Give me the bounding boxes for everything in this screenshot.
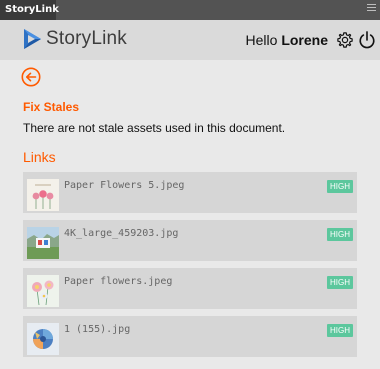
app-header: StoryLink Hello Lorene — [0, 20, 380, 60]
quality-badge: HIGH — [327, 180, 353, 193]
links-list: Paper Flowers 5.jpeg HIGH 4K_large_45920… — [23, 172, 357, 364]
brand-name: StoryLink — [46, 28, 128, 49]
panel-titlebar: StoryLink — [0, 0, 380, 20]
fix-stales-title: Fix Stales — [23, 100, 80, 114]
link-filename: 4K_large_459203.jpg — [64, 228, 179, 239]
storylink-logo-icon — [24, 29, 41, 49]
link-item[interactable]: 1 (155).jpg HIGH — [23, 316, 357, 357]
power-icon[interactable] — [358, 30, 376, 50]
thumbnail-image — [27, 323, 59, 355]
thumbnail-image — [27, 227, 59, 259]
link-item[interactable]: 4K_large_459203.jpg HIGH — [23, 220, 357, 261]
link-item[interactable]: Paper Flowers 5.jpeg HIGH — [23, 172, 357, 213]
quality-badge: HIGH — [327, 228, 353, 241]
gear-icon[interactable] — [336, 31, 354, 49]
panel-menu-icon[interactable] — [367, 4, 376, 14]
thumbnail-image — [27, 275, 59, 307]
link-filename: 1 (155).jpg — [64, 324, 131, 335]
link-filename: Paper flowers.jpeg — [64, 276, 173, 287]
back-arrow-icon[interactable] — [21, 67, 41, 87]
quality-badge: HIGH — [327, 276, 353, 289]
user-greeting: Hello Lorene — [246, 32, 328, 48]
user-name: Lorene — [281, 32, 328, 48]
greeting-text: Hello — [245, 32, 278, 48]
links-title: Links — [23, 149, 56, 165]
quality-badge: HIGH — [327, 324, 353, 337]
stales-message: There are not stale assets used in this … — [23, 121, 286, 135]
link-item[interactable]: Paper flowers.jpeg HIGH — [23, 268, 357, 309]
link-filename: Paper Flowers 5.jpeg — [64, 180, 185, 191]
thumbnail-image — [27, 179, 59, 211]
panel-tab[interactable]: StoryLink — [0, 0, 59, 20]
